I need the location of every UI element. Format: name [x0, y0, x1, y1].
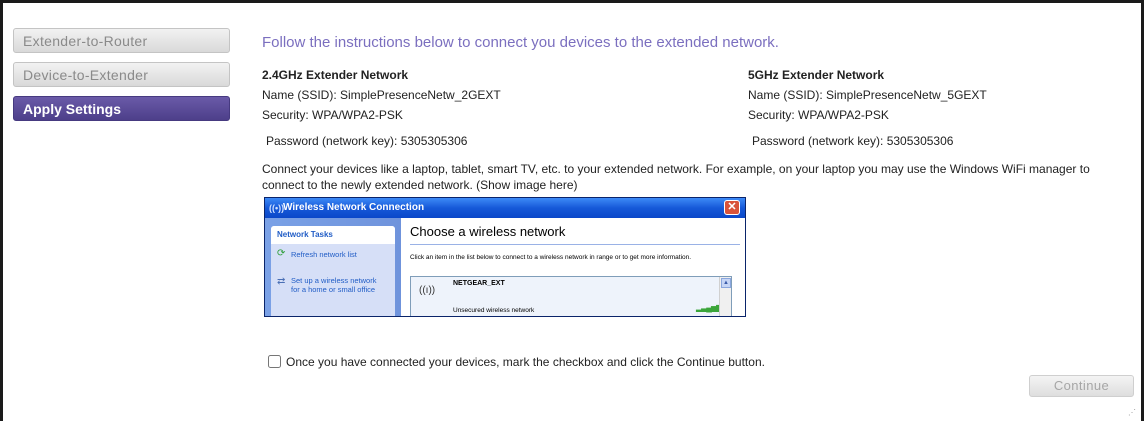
page-title: Follow the instructions below to connect…	[262, 34, 779, 51]
sidebar-item-extender-to-router[interactable]: Extender-to-Router	[13, 28, 230, 53]
xp-task-refresh: Refresh network list	[291, 250, 357, 259]
wifi-manager-example-image: ((•)) Wireless Network Connection ✕ Netw…	[264, 197, 746, 317]
xp-task-pane: Network Tasks ⟳ Refresh network list ⇄ S…	[265, 218, 401, 316]
xp-network-security: Unsecured wireless network	[453, 307, 535, 314]
chevron-up-icon: ▲	[721, 278, 731, 288]
network-24-password: Password (network key): 5305305306	[266, 134, 468, 148]
xp-content-pane: Choose a wireless network Click an item …	[401, 218, 745, 316]
network-5-password: Password (network key): 5305305306	[752, 134, 954, 148]
network-5-ssid: Name (SSID): SimplePresenceNetw_5GEXT	[748, 88, 987, 102]
xp-scrollbar: ▲	[719, 277, 731, 316]
wireless-antenna-icon: ((ı))	[419, 285, 436, 296]
confirm-connected-checkbox[interactable]	[268, 355, 281, 368]
xp-window-title: Wireless Network Connection	[283, 202, 425, 213]
xp-divider	[410, 244, 740, 245]
network-5-security: Security: WPA/WPA2-PSK	[748, 108, 889, 122]
xp-task-panel: Network Tasks ⟳ Refresh network list ⇄ S…	[271, 226, 395, 316]
network-24-title: 2.4GHz Extender Network	[262, 68, 409, 82]
sidebar-item-device-to-extender[interactable]: Device-to-Extender	[13, 62, 230, 87]
xp-title-bar: ((•)) Wireless Network Connection ✕	[265, 198, 745, 218]
xp-tasks-header: Network Tasks	[271, 226, 395, 244]
network-5-title: 5GHz Extender Network	[748, 68, 885, 82]
signal-strength-icon: ▂▃▄▅▆	[696, 303, 722, 312]
sidebar-item-label: Device-to-Extender	[23, 67, 149, 83]
sidebar-item-label: Apply Settings	[23, 101, 122, 117]
network-24-security: Security: WPA/WPA2-PSK	[262, 108, 403, 122]
xp-task-setup-line1: Set up a wireless network	[291, 276, 377, 285]
xp-network-list: ((ı)) NETGEAR_EXT Unsecured wireless net…	[410, 276, 732, 316]
xp-network-name: NETGEAR_EXT	[453, 280, 505, 287]
xp-heading: Choose a wireless network	[410, 224, 566, 239]
network-24-ssid: Name (SSID): SimplePresenceNetw_2GEXT	[262, 88, 501, 102]
continue-button[interactable]: Continue	[1029, 375, 1134, 397]
window-frame-top	[0, 0, 1144, 3]
confirm-connected-label: Once you have connected your devices, ma…	[286, 355, 765, 369]
sidebar-item-label: Extender-to-Router	[23, 33, 148, 49]
refresh-icon: ⟳	[277, 248, 286, 259]
wireless-title-icon: ((•))	[269, 203, 285, 213]
instructions-text: Connect your devices like a laptop, tabl…	[262, 162, 1090, 192]
resize-grip-icon: ⋰	[1128, 408, 1136, 417]
close-icon: ✕	[724, 200, 740, 215]
xp-description: Click an item in the list below to conne…	[410, 254, 692, 261]
network-setup-icon: ⇄	[277, 276, 286, 287]
xp-network-item: ((ı)) NETGEAR_EXT Unsecured wireless net…	[411, 277, 722, 316]
xp-task-setup-line2: for a home or small office	[291, 285, 376, 294]
window-frame-left	[0, 0, 3, 421]
sidebar-item-apply-settings[interactable]: Apply Settings	[13, 96, 230, 121]
